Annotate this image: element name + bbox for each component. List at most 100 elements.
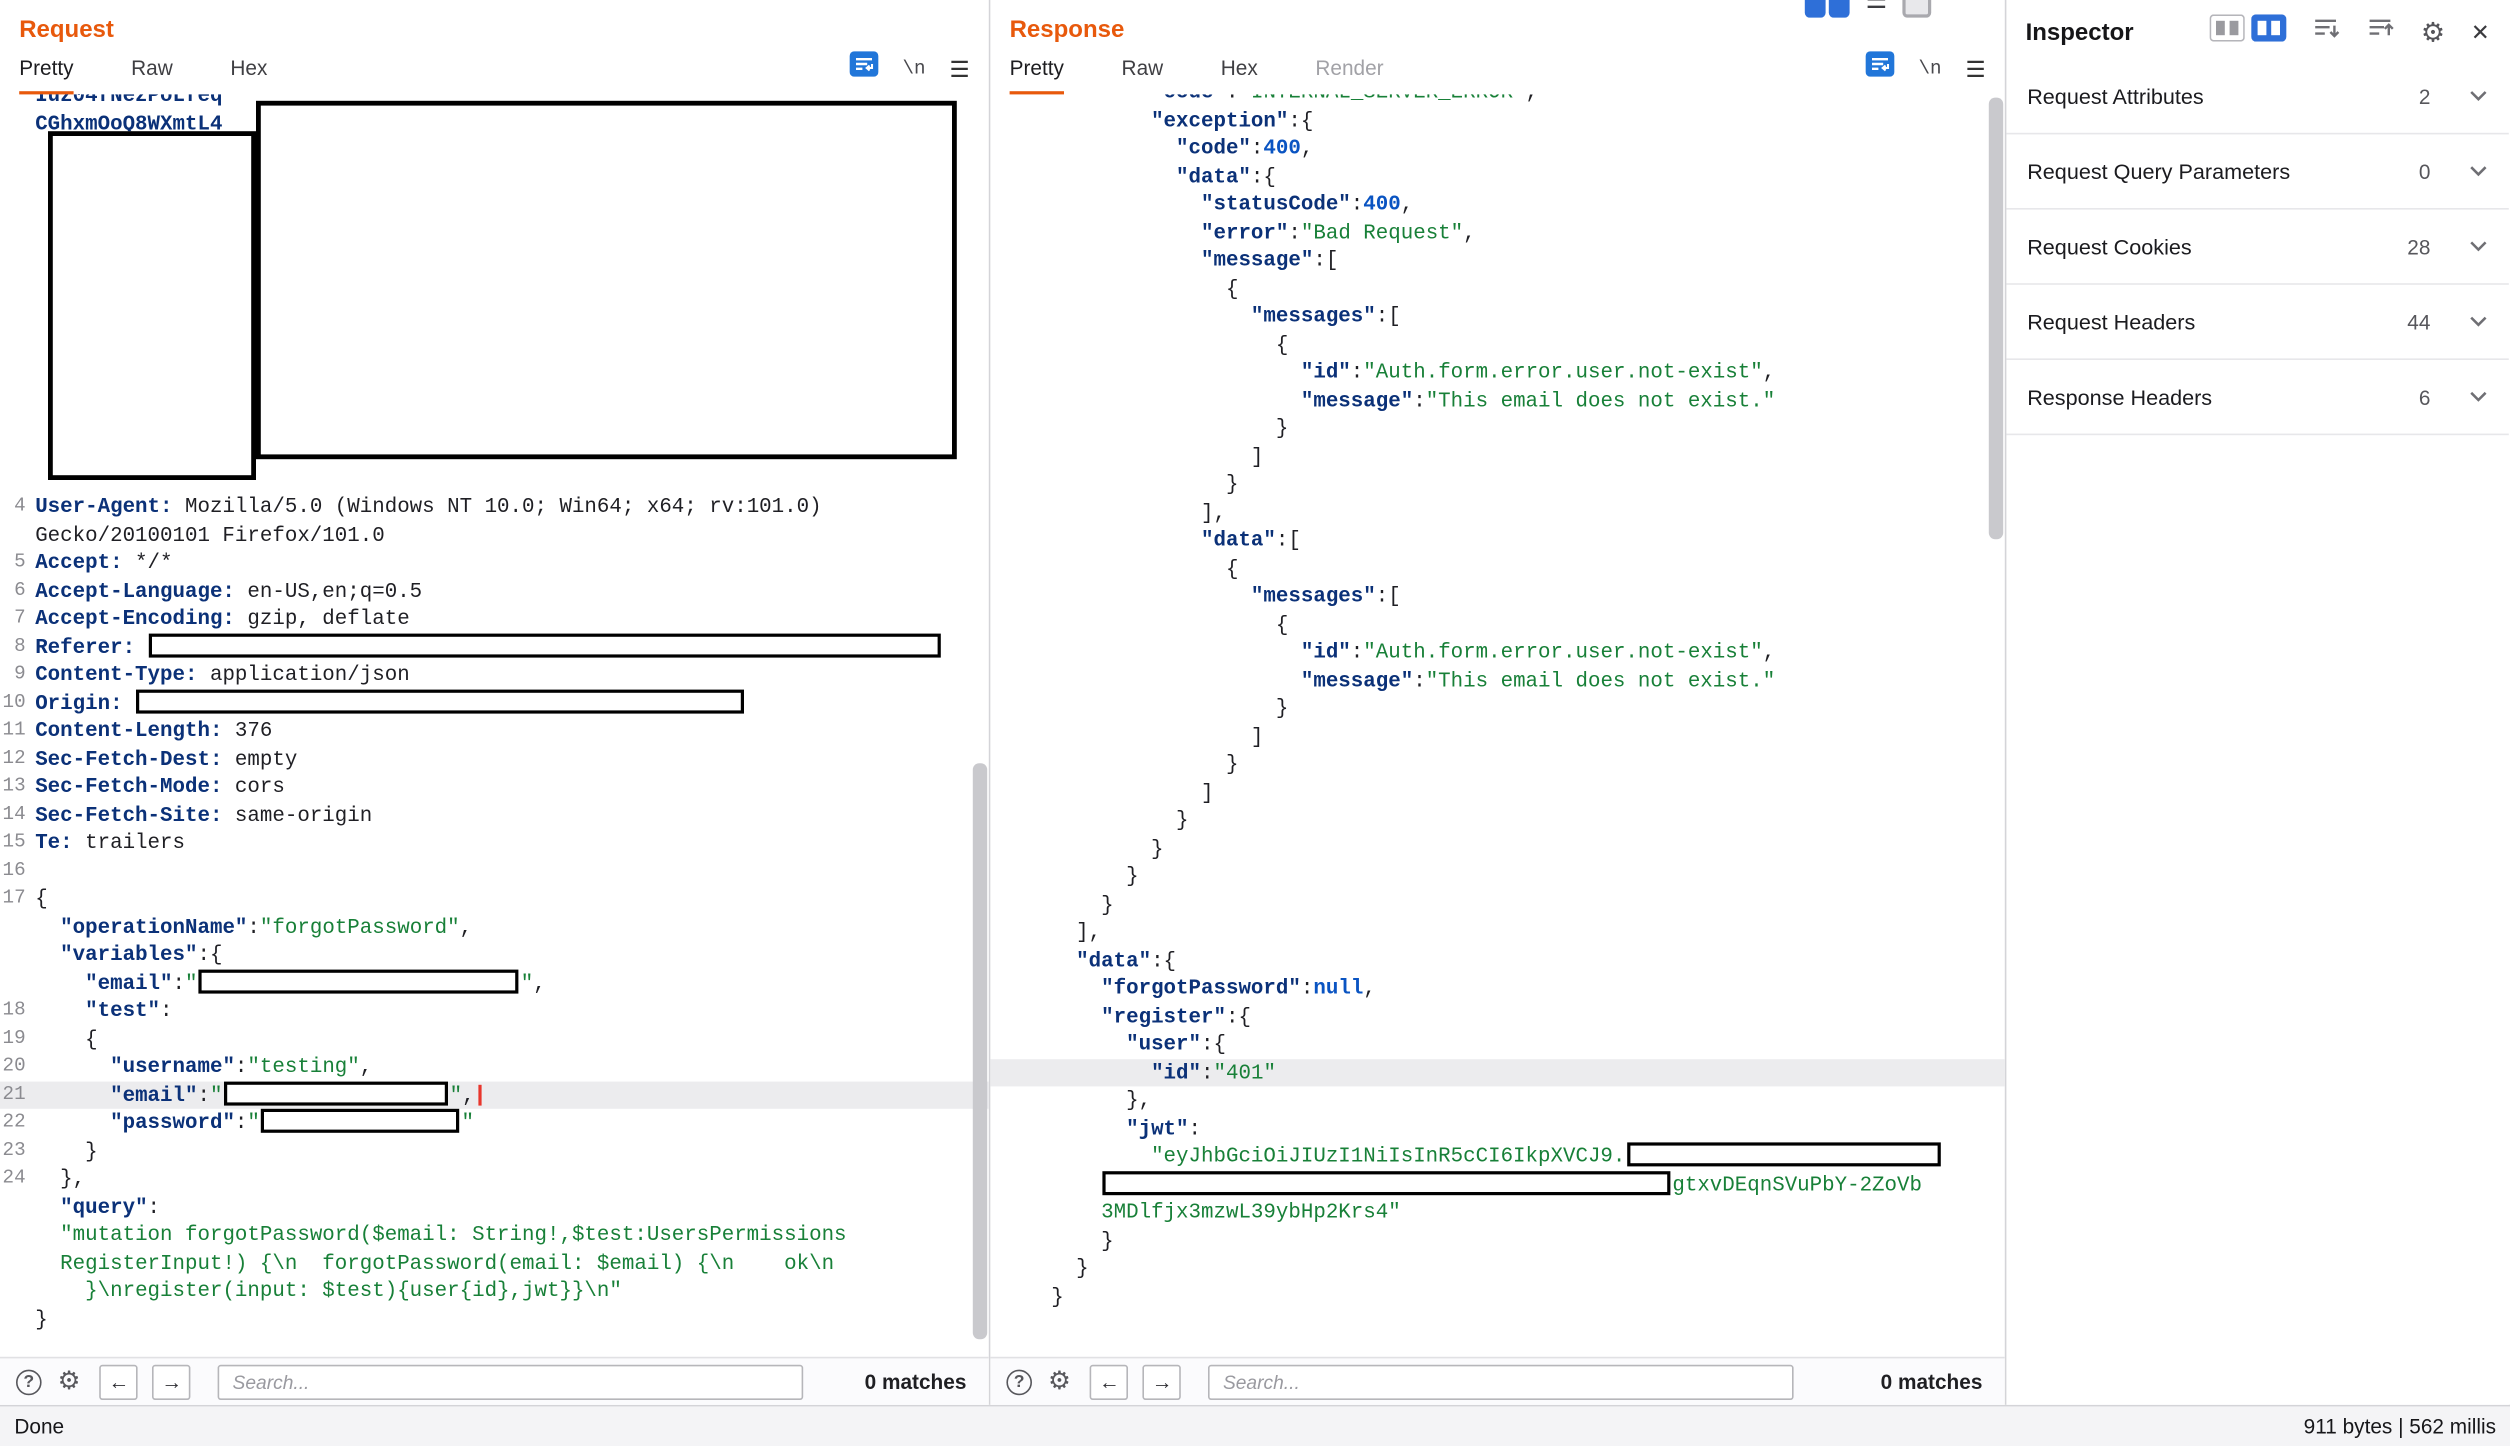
code-line-content: "code":"INTERNAL_SERVER_ERROR", xyxy=(990,94,1538,106)
previous-match-button[interactable]: ← xyxy=(100,1364,138,1399)
chevron-down-icon[interactable] xyxy=(2469,90,2488,103)
split-view-active-icon[interactable] xyxy=(2251,14,2286,49)
panel-menu-icon[interactable]: ☰ xyxy=(950,57,970,79)
tab-pretty[interactable]: Pretty xyxy=(1010,56,1064,94)
line-number: 16 xyxy=(0,857,35,885)
code-line-content: { xyxy=(990,330,1288,358)
collapse-all-icon[interactable] xyxy=(2312,15,2341,49)
response-search-bar: ? ⚙ ← → 0 matches xyxy=(990,1357,2004,1405)
code-line-content: "id":"401" xyxy=(990,1058,1276,1086)
code-line: ], xyxy=(990,918,2004,946)
settings-icon[interactable]: ⚙ xyxy=(58,1369,81,1395)
response-scrollbar[interactable] xyxy=(1989,98,2003,540)
code-line-content: gtxvDEqnSVuPbY-2ZoVb xyxy=(990,1170,1922,1198)
tab-raw[interactable]: Raw xyxy=(1122,56,1164,94)
next-match-button[interactable]: → xyxy=(153,1364,191,1399)
view-toggle-group xyxy=(2210,14,2287,49)
search-input[interactable] xyxy=(218,1364,804,1399)
code-line-content: "jwt": xyxy=(990,1114,1201,1142)
inspector-section-response-headers[interactable]: Response Headers6 xyxy=(2006,360,2508,435)
help-icon[interactable]: ? xyxy=(16,1369,42,1395)
request-header-icons: \n ☰ xyxy=(850,51,970,94)
line-number: 15 xyxy=(0,829,35,857)
word-wrap-icon[interactable] xyxy=(1866,51,1895,85)
code-line: { xyxy=(990,554,2004,582)
line-number xyxy=(0,94,35,109)
code-line: "register":{ xyxy=(990,1002,2004,1030)
code-line: { xyxy=(990,330,2004,358)
expand-all-icon[interactable] xyxy=(2366,15,2395,49)
chevron-down-icon[interactable] xyxy=(2469,165,2488,178)
line-number: 8 xyxy=(0,633,35,661)
chevron-down-icon[interactable] xyxy=(2469,315,2488,328)
code-line-content: "forgotPassword":null, xyxy=(990,974,1375,1002)
tab-hex[interactable]: Hex xyxy=(230,56,267,94)
columns-view-icon[interactable] xyxy=(2210,14,2245,49)
code-line: "query": xyxy=(0,1193,989,1221)
code-line-content: "query": xyxy=(35,1193,160,1221)
code-line-content: "mutation forgotPassword($email: String!… xyxy=(35,1221,846,1249)
line-number xyxy=(0,521,35,549)
code-line: 12Sec-Fetch-Dest: empty xyxy=(0,745,989,773)
next-match-button[interactable]: → xyxy=(1143,1364,1181,1399)
redaction-box xyxy=(137,689,745,713)
newline-toggle[interactable]: \n xyxy=(902,57,925,79)
response-code-area[interactable]: "code":"INTERNAL_SERVER_ERROR", "excepti… xyxy=(990,94,2004,1356)
status-text: Done xyxy=(14,1414,64,1438)
request-panel: Request Pretty Raw Hex \n ☰ Iuz04fNezPoLfe… xyxy=(0,0,990,1405)
inspector-sections: Request Attributes2Request Query Paramet… xyxy=(2006,59,2508,435)
chevron-down-icon[interactable] xyxy=(2469,390,2488,403)
help-icon[interactable]: ? xyxy=(1006,1369,1032,1395)
section-label: Request Query Parameters xyxy=(2027,159,2290,183)
line-number: 19 xyxy=(0,1025,35,1053)
code-line-content: "register":{ xyxy=(990,1002,1251,1030)
section-count: 44 xyxy=(2407,310,2430,334)
code-line: 20 "username":"testing", xyxy=(0,1053,989,1081)
line-number xyxy=(0,1305,35,1333)
code-line-content: } xyxy=(990,694,1288,722)
search-input[interactable] xyxy=(1209,1364,1795,1399)
inspector-settings-icon[interactable]: ⚙ xyxy=(2421,18,2445,45)
previous-match-button[interactable]: ← xyxy=(1090,1364,1128,1399)
section-label: Response Headers xyxy=(2027,385,2212,409)
inspector-section-request-headers[interactable]: Request Headers44 xyxy=(2006,285,2508,360)
tab-pretty[interactable]: Pretty xyxy=(19,56,73,94)
code-line: "statusCode":400, xyxy=(990,190,2004,218)
word-wrap-icon[interactable] xyxy=(850,51,879,85)
single-view-icon[interactable] xyxy=(1903,0,1932,18)
tab-raw[interactable]: Raw xyxy=(131,56,173,94)
line-number xyxy=(0,1249,35,1277)
code-line: 7Accept-Encoding: gzip, deflate xyxy=(0,605,989,633)
code-line: RegisterInput!) {\n forgotPassword(email… xyxy=(0,1249,989,1277)
line-number: 6 xyxy=(0,577,35,605)
code-line-content: "message":[ xyxy=(990,246,1338,274)
code-line-content: } xyxy=(990,414,1288,442)
code-line: "id":"Auth.form.error.user.not-exist", xyxy=(990,638,2004,666)
menu-icon[interactable]: ☰ xyxy=(1866,0,1888,18)
chevron-down-icon[interactable] xyxy=(2469,240,2488,253)
inspector-section-request-cookies[interactable]: Request Cookies28 xyxy=(2006,210,2508,285)
settings-icon[interactable]: ⚙ xyxy=(1048,1369,1071,1395)
split-view-icon[interactable] xyxy=(1805,0,1850,18)
inspector-section-request-attributes[interactable]: Request Attributes2 xyxy=(2006,59,2508,134)
request-panel-title: Request xyxy=(0,0,989,46)
code-line: 13Sec-Fetch-Mode: cors xyxy=(0,773,989,801)
request-scrollbar[interactable] xyxy=(973,763,987,1339)
tab-render[interactable]: Render xyxy=(1315,56,1383,94)
status-bar: Done 911 bytes | 562 millis xyxy=(0,1405,2510,1446)
request-search-bar: ? ⚙ ← → 0 matches xyxy=(0,1357,989,1405)
response-panel: Response PrettyRawHexRender \n ☰ "code":… xyxy=(990,0,2006,1405)
tab-hex[interactable]: Hex xyxy=(1221,56,1258,94)
code-line: } xyxy=(0,1305,989,1333)
code-line-content: "data":{ xyxy=(990,162,1276,190)
inspector-section-request-query-parameters[interactable]: Request Query Parameters0 xyxy=(2006,134,2508,209)
newline-toggle[interactable]: \n xyxy=(1918,57,1941,79)
close-icon[interactable]: ✕ xyxy=(2471,21,2490,43)
text-cursor xyxy=(478,1084,481,1105)
redaction-box xyxy=(256,101,957,459)
code-line-content: ] xyxy=(990,722,1263,750)
code-line: "error":"Bad Request", xyxy=(990,218,2004,246)
panel-menu-icon[interactable]: ☰ xyxy=(1966,57,1986,79)
request-code-area[interactable]: Iuz04fNezPoLfeqCGhxmOoQ8WXmtL44User-Agen… xyxy=(0,94,989,1356)
code-line-content: } xyxy=(990,890,1113,918)
